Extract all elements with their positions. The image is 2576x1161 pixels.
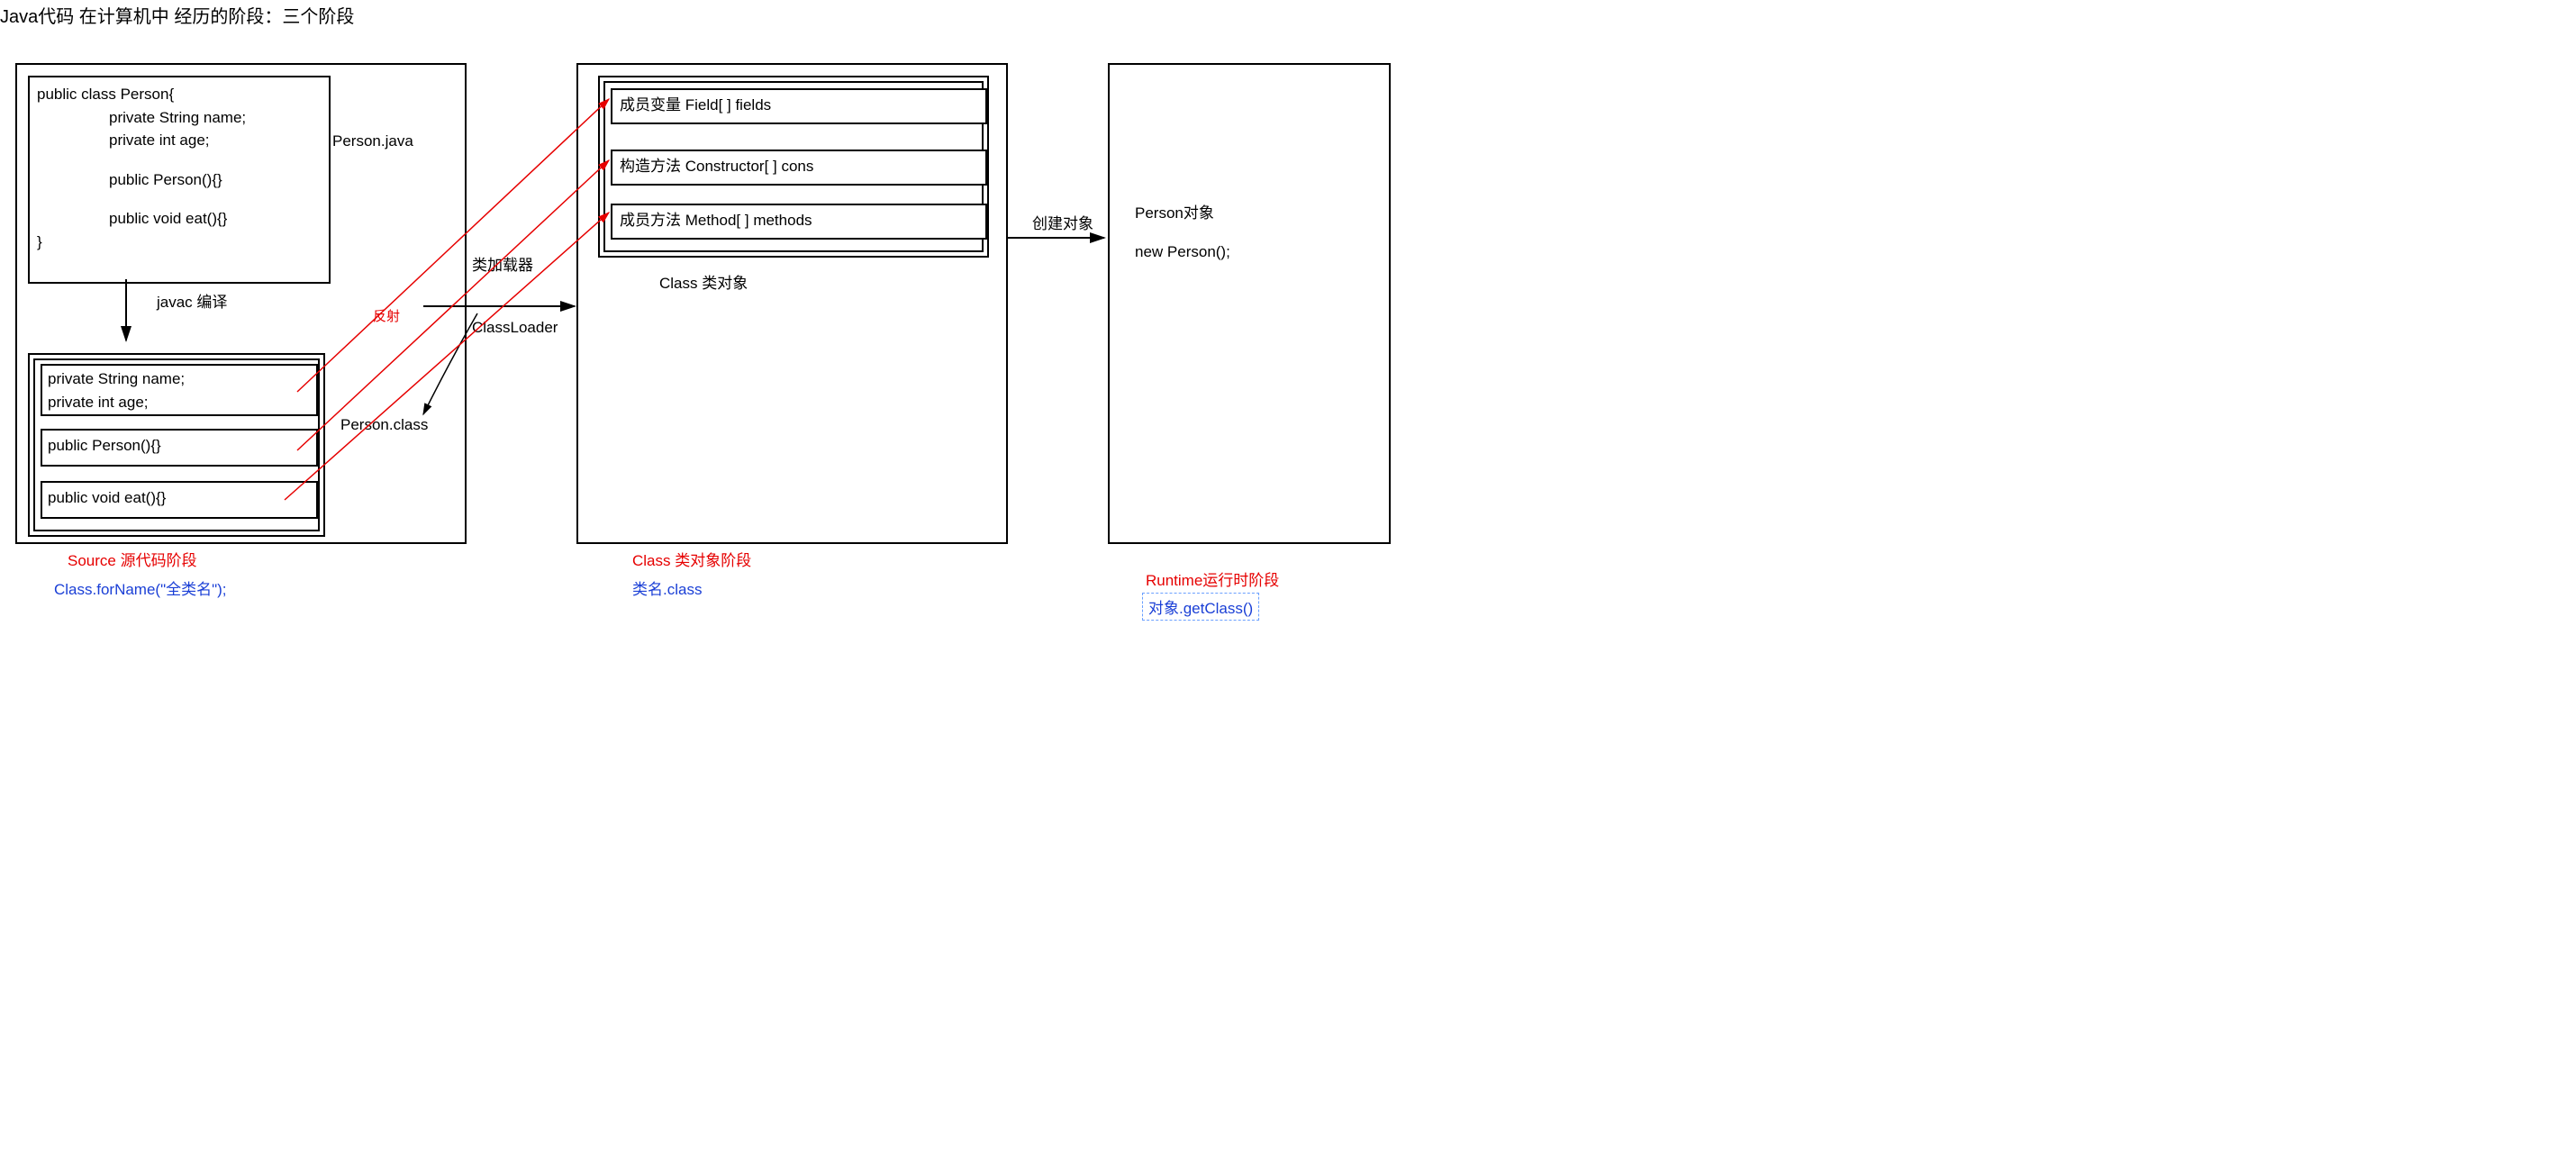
stage1-box: public class Person{ private String name… [15,63,467,544]
code-line: } [37,231,322,254]
code-line: public void eat(){} [48,486,311,510]
code-line: public Person(){} [48,434,311,458]
constructors-box: 构造方法 Constructor[ ] cons [611,150,987,186]
code-line: private String name; [48,367,311,391]
new-person-label: new Person(); [1135,243,1230,261]
stage3-caption-red: Runtime运行时阶段 [1146,567,1279,590]
class-object-box: 成员变量 Field[ ] fields 构造方法 Constructor[ ]… [598,76,989,258]
create-object-label: 创建对象 [1032,211,1093,233]
source-file-label: Person.java [332,132,413,150]
reflection-label: 反射 [373,306,400,325]
classloader-label-cn: 类加载器 [472,252,533,275]
code-line: 成员方法 Method[ ] methods [620,209,978,232]
stage3-box: Person对象 new Person(); [1108,63,1391,544]
compile-label: javac 编译 [157,289,227,312]
code-line: public Person(){} [37,168,322,192]
fields-box: 成员变量 Field[ ] fields [611,88,987,124]
stage1-caption-blue: Class.forName("全类名"); [54,576,227,599]
stage3-caption-blue: 对象.getClass() [1148,600,1253,617]
compiled-ctor-box: public Person(){} [41,429,318,467]
code-line: 构造方法 Constructor[ ] cons [620,155,978,178]
stage2-box: 成员变量 Field[ ] fields 构造方法 Constructor[ ]… [576,63,1008,544]
code-line [37,152,322,168]
stage2-caption-red: Class 类对象阶段 [632,548,751,570]
stage1-caption-red: Source 源代码阶段 [68,548,197,570]
code-line: public class Person{ [37,83,322,106]
compiled-method-box: public void eat(){} [41,481,318,519]
code-line [37,191,322,207]
code-line: private String name; [37,106,322,130]
source-code-box: public class Person{ private String name… [28,76,331,284]
person-object-label: Person对象 [1135,200,1214,222]
code-line: 成员变量 Field[ ] fields [620,94,978,117]
page-title: Java代码 在计算机中 经历的阶段：三个阶段 [0,2,354,28]
code-line: public void eat(){} [37,207,322,231]
methods-box: 成员方法 Method[ ] methods [611,204,987,240]
stage2-caption-blue: 类名.class [632,576,702,599]
compiled-box: private String name; private int age; pu… [28,353,325,537]
stage3-caption-blue-box: 对象.getClass() [1142,593,1259,621]
class-file-label: Person.class [340,416,428,434]
compiled-field-box: private String name; private int age; [41,364,318,416]
code-line: private int age; [48,391,311,414]
class-object-label: Class 类对象 [659,270,748,293]
code-line: private int age; [37,129,322,152]
classloader-label-en: ClassLoader [472,319,558,337]
